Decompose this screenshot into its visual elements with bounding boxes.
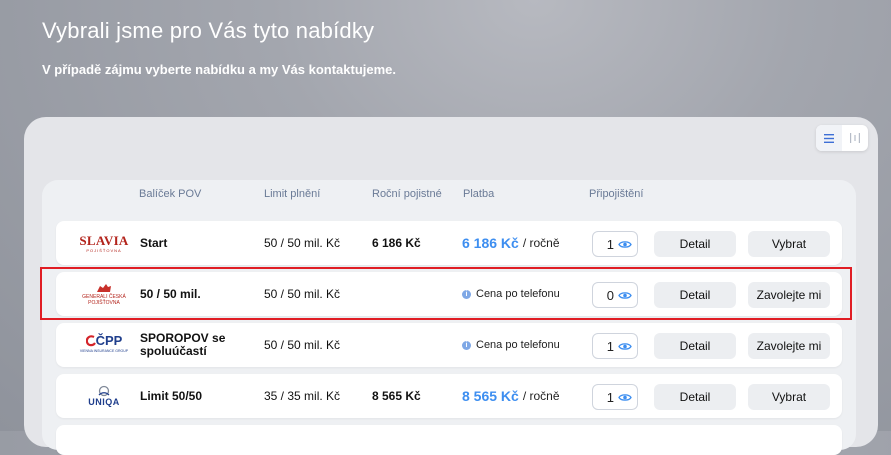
coverage-limit: 50 / 50 mil. Kč bbox=[264, 236, 341, 250]
payment-period: / ročně bbox=[522, 389, 560, 403]
annual-premium: 6 186 Kč bbox=[372, 236, 421, 250]
annual-premium: 8 565 Kč bbox=[372, 389, 421, 403]
lion-icon bbox=[97, 283, 111, 292]
logo-text: GENERALI ČESKÁ POJIŠŤOVNA bbox=[82, 293, 126, 306]
offer-row: UNIQA Limit 50/50 35 / 35 mil. Kč 8 565 … bbox=[56, 374, 842, 418]
page-title: Vybrali jsme pro Vás tyto nabídky bbox=[42, 18, 375, 43]
logo-subtext: POJIŠŤOVNA bbox=[86, 248, 122, 253]
uniqa-emblem-icon bbox=[98, 385, 110, 397]
eye-icon bbox=[618, 393, 632, 401]
select-button[interactable]: Vybrat bbox=[748, 384, 830, 410]
detail-button[interactable]: Detail bbox=[654, 384, 736, 410]
list-view-icon bbox=[824, 133, 834, 143]
package-name: Limit 50/50 bbox=[140, 388, 203, 403]
extras-count: 1 bbox=[606, 338, 614, 354]
payment-amount: 8 565 Kč bbox=[462, 388, 519, 404]
column-header-annual: Roční pojistné bbox=[372, 188, 442, 200]
logo-text: UNIQA bbox=[88, 397, 120, 407]
detail-button[interactable]: Detail bbox=[654, 282, 736, 308]
logo-subtext: VIENNA INSURANCE GROUP bbox=[79, 349, 129, 353]
price-by-phone-text: Cena po telefonu bbox=[476, 288, 560, 300]
column-header-payment: Platba bbox=[463, 188, 495, 200]
detail-button[interactable]: Detail bbox=[654, 231, 736, 257]
payment-period: / ročně bbox=[522, 236, 560, 250]
extras-count: 1 bbox=[606, 389, 614, 405]
logo-text: ČPP bbox=[95, 333, 123, 348]
offer-row: GENERALI ČESKÁ POJIŠŤOVNA 50 / 50 mil. 5… bbox=[56, 272, 842, 316]
column-header-limit: Limit plnění bbox=[264, 188, 321, 200]
offer-row bbox=[56, 425, 842, 455]
cpp-swirl-icon bbox=[85, 335, 96, 347]
coverage-limit: 35 / 35 mil. Kč bbox=[264, 389, 341, 403]
extras-count: 1 bbox=[606, 236, 614, 252]
extras-counter[interactable]: 1 bbox=[592, 333, 638, 359]
offer-row: SLAVIA POJIŠŤOVNA Start 50 / 50 mil. Kč … bbox=[56, 221, 842, 265]
extras-counter[interactable]: 1 bbox=[592, 231, 638, 257]
page-header: Vybrali jsme pro Vás tyto nabídky V příp… bbox=[42, 18, 396, 77]
price-by-phone: i Cena po telefonu bbox=[462, 288, 560, 300]
column-header-extras: Připojištění bbox=[589, 188, 644, 200]
extras-counter[interactable]: 1 bbox=[592, 384, 638, 410]
insurer-logo-slavia: SLAVIA POJIŠŤOVNA bbox=[64, 221, 144, 265]
payment: 8 565 Kč / ročně bbox=[462, 374, 560, 418]
payment: i Cena po telefonu bbox=[462, 323, 560, 367]
detail-button[interactable]: Detail bbox=[654, 333, 736, 359]
coverage-limit: 50 / 50 mil. Kč bbox=[264, 287, 341, 301]
package-name: 50 / 50 mil. bbox=[140, 286, 201, 301]
package-name: Start bbox=[140, 235, 168, 250]
offers-list: Balíček POV Limit plnění Roční pojistné … bbox=[42, 180, 856, 455]
eye-icon bbox=[618, 291, 632, 299]
insurer-logo-uniqa: UNIQA bbox=[64, 374, 144, 418]
list-view-button[interactable] bbox=[816, 125, 842, 151]
insurer-logo-generali: GENERALI ČESKÁ POJIŠŤOVNA bbox=[64, 272, 144, 316]
payment: 6 186 Kč / ročně bbox=[462, 221, 560, 265]
price-by-phone: i Cena po telefonu bbox=[462, 339, 560, 351]
insurer-logo-cpp: ČPP VIENNA INSURANCE GROUP bbox=[64, 323, 144, 367]
page-subtitle: V případě zájmu vyberte nabídku a my Vás… bbox=[42, 62, 397, 77]
eye-icon bbox=[618, 342, 632, 350]
extras-count: 0 bbox=[606, 287, 614, 303]
price-by-phone-text: Cena po telefonu bbox=[476, 339, 560, 351]
columns-view-button[interactable] bbox=[842, 125, 868, 151]
columns-view-icon bbox=[850, 133, 860, 143]
logo-text: SLAVIA bbox=[79, 233, 129, 248]
info-icon: i bbox=[462, 340, 471, 350]
extras-counter[interactable]: 0 bbox=[592, 282, 638, 308]
package-name: SPOROPOV se spoluúčastí bbox=[140, 331, 226, 358]
coverage-limit: 50 / 50 mil. Kč bbox=[264, 338, 341, 352]
payment-amount: 6 186 Kč bbox=[462, 235, 519, 251]
offer-row: ČPP VIENNA INSURANCE GROUP SPOROPOV se s… bbox=[56, 323, 842, 367]
info-icon: i bbox=[462, 289, 471, 299]
payment: i Cena po telefonu bbox=[462, 272, 560, 316]
select-button[interactable]: Vybrat bbox=[748, 231, 830, 257]
column-header-package: Balíček POV bbox=[139, 188, 202, 200]
offers-panel: Balíček POV Limit plnění Roční pojistné … bbox=[24, 117, 878, 455]
eye-icon bbox=[618, 240, 632, 248]
call-me-button[interactable]: Zavolejte mi bbox=[748, 282, 830, 308]
call-me-button[interactable]: Zavolejte mi bbox=[748, 333, 830, 359]
view-toggle bbox=[816, 125, 868, 151]
